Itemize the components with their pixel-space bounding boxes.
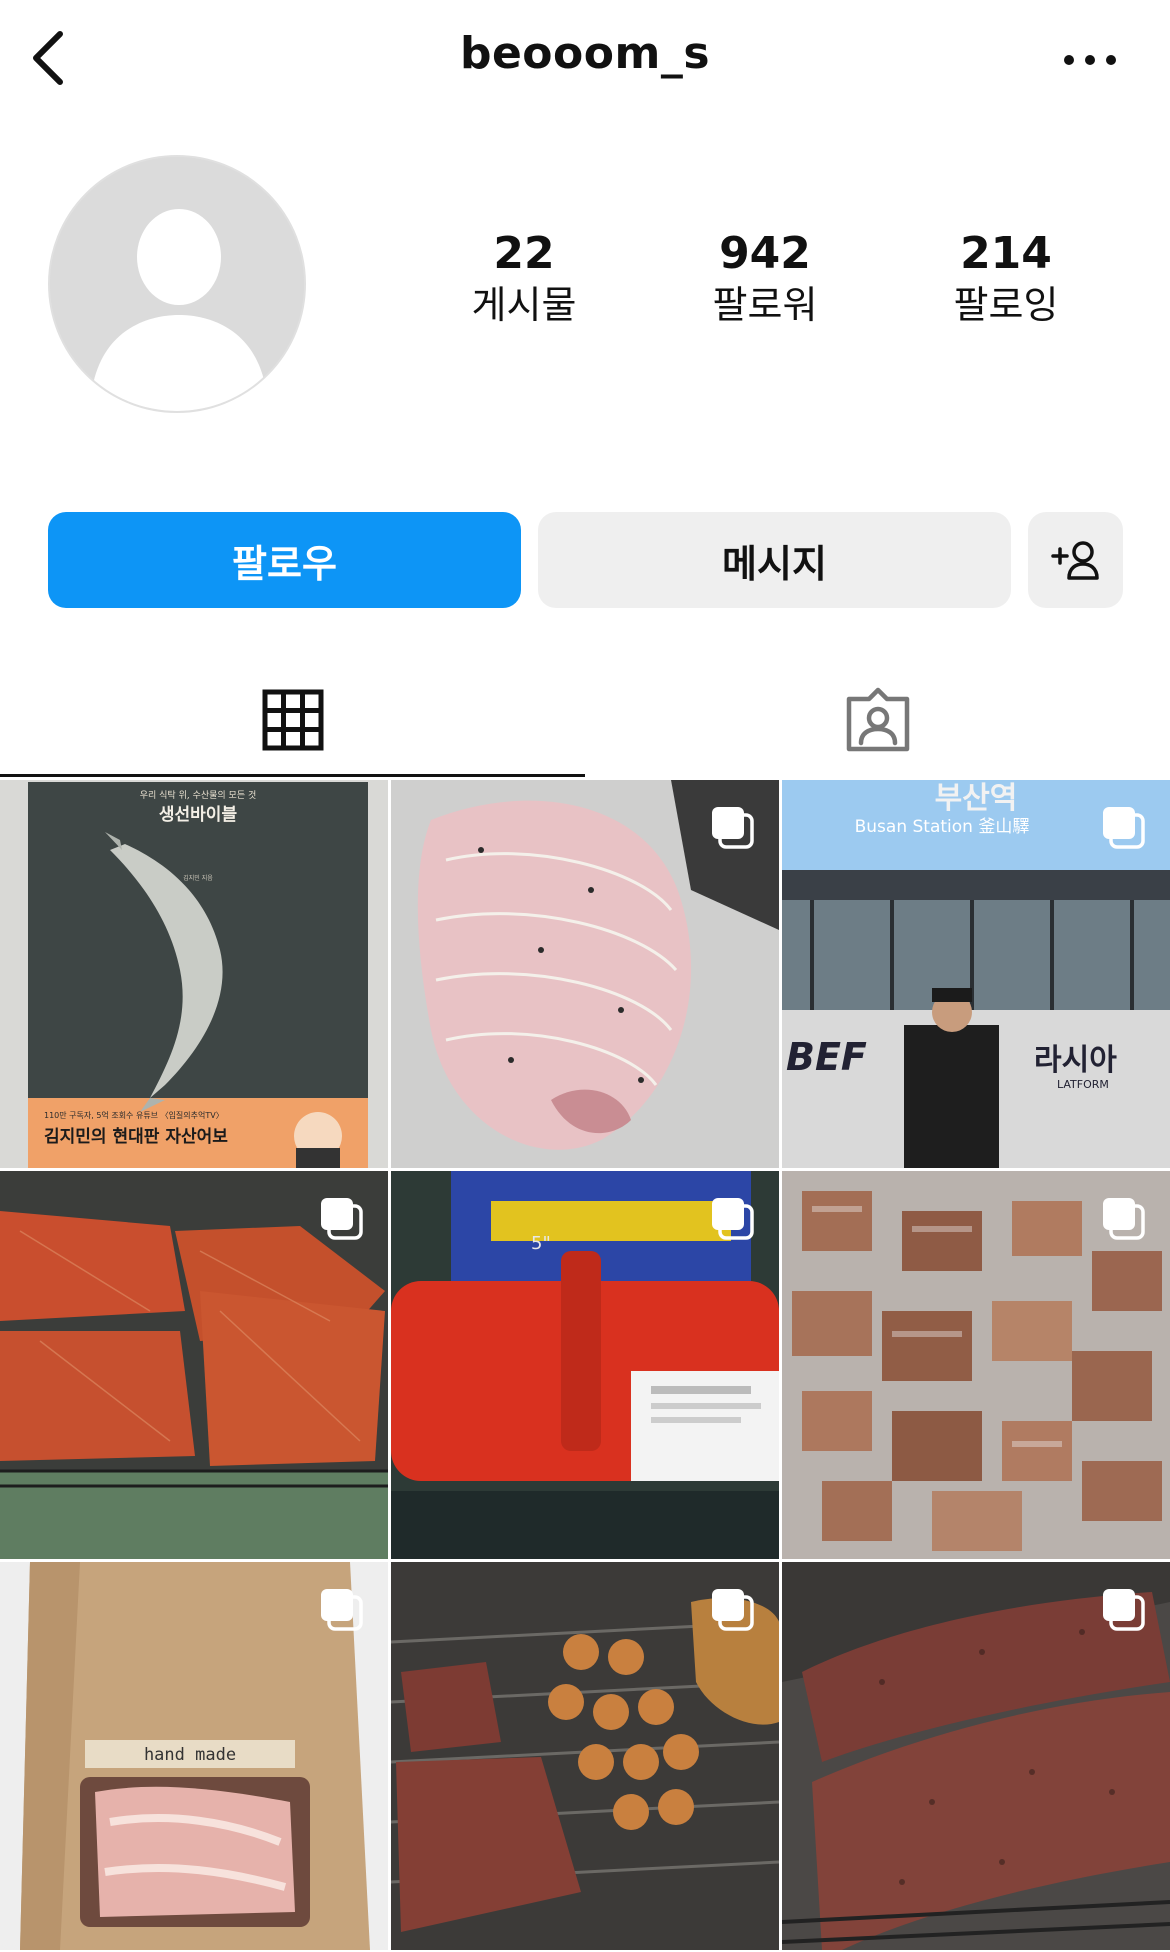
- post-thumbnail-bacon-grill[interactable]: [0, 1171, 388, 1559]
- station-sign-korean: 부산역: [935, 781, 1018, 816]
- post-thumbnail-ribs-drumettes[interactable]: [391, 1562, 779, 1950]
- follow-button[interactable]: 팔로우: [48, 512, 521, 608]
- posts-count[interactable]: 22 게시물: [424, 228, 624, 330]
- book-photo: 우리 식탁 위, 수산물의 모든 것 생선바이블 김지민 지음 110만 구독자…: [0, 780, 388, 1168]
- banner-right-text: 라시아: [1034, 1043, 1117, 1078]
- tab-posts-grid[interactable]: [0, 660, 585, 780]
- banner-left-text: BEF: [786, 1035, 867, 1079]
- multiple-posts-icon: [1103, 1589, 1145, 1631]
- banner-bottom-text: LATFORM: [1057, 1078, 1109, 1091]
- stat-value: 942: [719, 228, 811, 279]
- box-label: hand made: [144, 1745, 236, 1765]
- post-thumbnail-busan-station[interactable]: 부산역 Busan Station 釜山驛 BEF 라시아 LATFORM: [782, 780, 1170, 1168]
- post-thumbnail-book[interactable]: 우리 식탁 위, 수산물의 모든 것 생선바이블 김지민 지음 110만 구독자…: [0, 780, 388, 1168]
- stat-label: 팔로잉: [953, 283, 1059, 327]
- book-title: 생선바이블: [159, 805, 238, 825]
- book-subtitle: 김지민의 현대판 자산어보: [44, 1127, 228, 1147]
- book-blurb: 110만 구독자, 5억 조회수 유튜브 〈입질의추억TV〉: [44, 1110, 224, 1120]
- tagged-person-icon: [846, 687, 909, 752]
- book-author: 김지민 지음: [183, 874, 213, 882]
- post-thumbnail-extinguisher[interactable]: 5": [391, 1171, 779, 1559]
- station-sign-english: Busan Station 釜山驛: [855, 817, 1030, 837]
- posts-grid: 우리 식탁 위, 수산물의 모든 것 생선바이블 김지민 지음 110만 구독자…: [0, 780, 1170, 1952]
- extinguisher-size-label: 5": [531, 1233, 551, 1254]
- post-thumbnail-smoked-ribs[interactable]: [782, 1562, 1170, 1950]
- multiple-posts-icon: [321, 1589, 363, 1631]
- multiple-posts-icon: [712, 1589, 754, 1631]
- suggested-users-button[interactable]: [1028, 512, 1123, 608]
- multiple-posts-icon: [1103, 1198, 1145, 1240]
- message-button[interactable]: 메시지: [538, 512, 1011, 608]
- active-tab-indicator: [0, 774, 585, 777]
- stat-value: 214: [960, 228, 1052, 279]
- multiple-posts-icon: [712, 807, 754, 849]
- grid-icon: [262, 689, 323, 751]
- add-user-icon: [1050, 541, 1099, 580]
- stat-label: 팔로워: [712, 283, 818, 327]
- more-options-button[interactable]: [1055, 40, 1125, 80]
- followers-count[interactable]: 942 팔로워: [665, 228, 865, 330]
- tab-tagged[interactable]: [585, 660, 1170, 780]
- default-avatar-icon: [50, 157, 304, 411]
- multiple-posts-icon: [321, 1198, 363, 1240]
- post-thumbnail-handmade-box[interactable]: hand made: [0, 1562, 388, 1950]
- profile-username: beooom_s: [459, 28, 711, 79]
- stat-label: 게시물: [471, 283, 577, 327]
- multiple-posts-icon: [712, 1198, 754, 1240]
- book-tagline: 우리 식탁 위, 수산물의 모든 것: [140, 789, 257, 801]
- top-bar: beooom_s: [0, 0, 1170, 120]
- stat-value: 22: [493, 228, 555, 279]
- more-horizontal-icon: [1064, 55, 1116, 65]
- post-thumbnail-pork-roll[interactable]: [391, 780, 779, 1168]
- following-count[interactable]: 214 팔로잉: [906, 228, 1106, 330]
- multiple-posts-icon: [1103, 807, 1145, 849]
- post-thumbnail-bacon-packs[interactable]: [782, 1171, 1170, 1559]
- profile-avatar[interactable]: [48, 155, 306, 413]
